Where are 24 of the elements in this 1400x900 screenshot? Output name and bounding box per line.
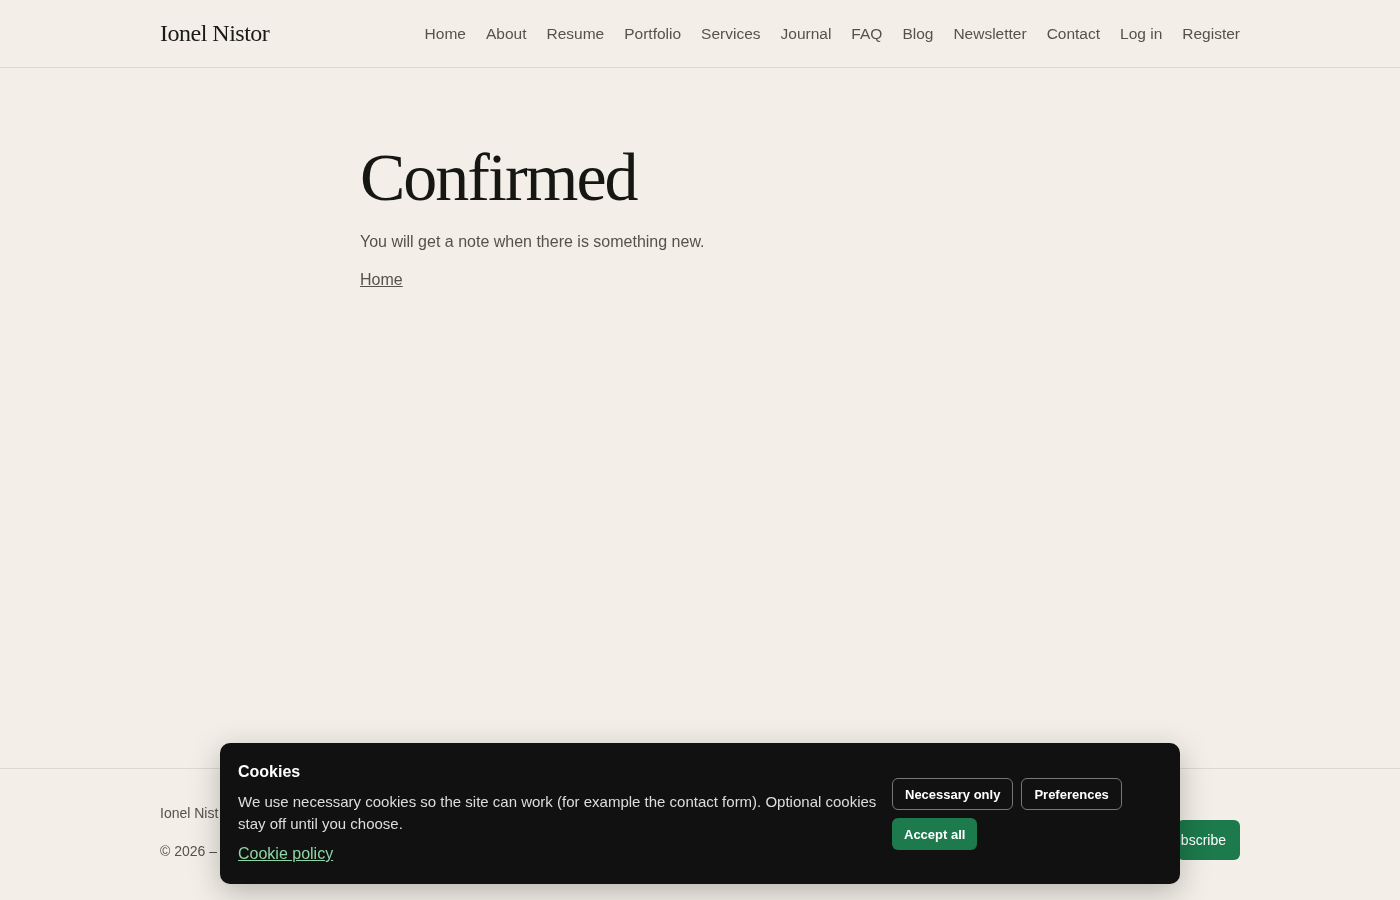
cookie-button[interactable]: Preferences <box>1021 778 1122 810</box>
page-title: Confirmed <box>360 140 639 215</box>
nav-link[interactable]: Newsletter <box>953 24 1027 43</box>
nav-link[interactable]: About <box>485 24 527 43</box>
nav-link[interactable]: Contact <box>1046 24 1101 43</box>
nav-link[interactable]: FAQ <box>851 24 883 43</box>
cookie-title: Cookies <box>238 763 302 781</box>
home-link[interactable]: Home <box>360 270 403 288</box>
nav-link[interactable]: Log in <box>1120 24 1163 43</box>
confirmation-message: You will get a note when there is something new. <box>360 232 706 251</box>
nav-link[interactable]: Portfolio <box>624 24 682 43</box>
accept-button[interactable]: Accept all <box>892 818 978 850</box>
site-logo[interactable]: Ionel Nistor <box>160 20 270 47</box>
cookie-button[interactable]: Necessary only <box>892 778 1014 810</box>
nav-link[interactable]: Register <box>1182 24 1240 43</box>
cookie-description: We use necessary cookies so the site can work (for example the contact form). Optional cookies stay off until you choose. <box>238 792 878 834</box>
nav-link[interactable]: Blog <box>902 24 934 43</box>
nav-link[interactable]: Journal <box>780 24 832 43</box>
nav-link[interactable]: Resume <box>546 24 605 43</box>
copyright-text: © 2026 – <box>160 843 219 859</box>
nav-link[interactable]: Services <box>701 24 761 43</box>
cookie-policy-link[interactable]: Cookie policy <box>238 845 334 862</box>
footer-name: Ionel Nist <box>160 805 219 821</box>
nav-link[interactable]: Home <box>424 24 466 43</box>
